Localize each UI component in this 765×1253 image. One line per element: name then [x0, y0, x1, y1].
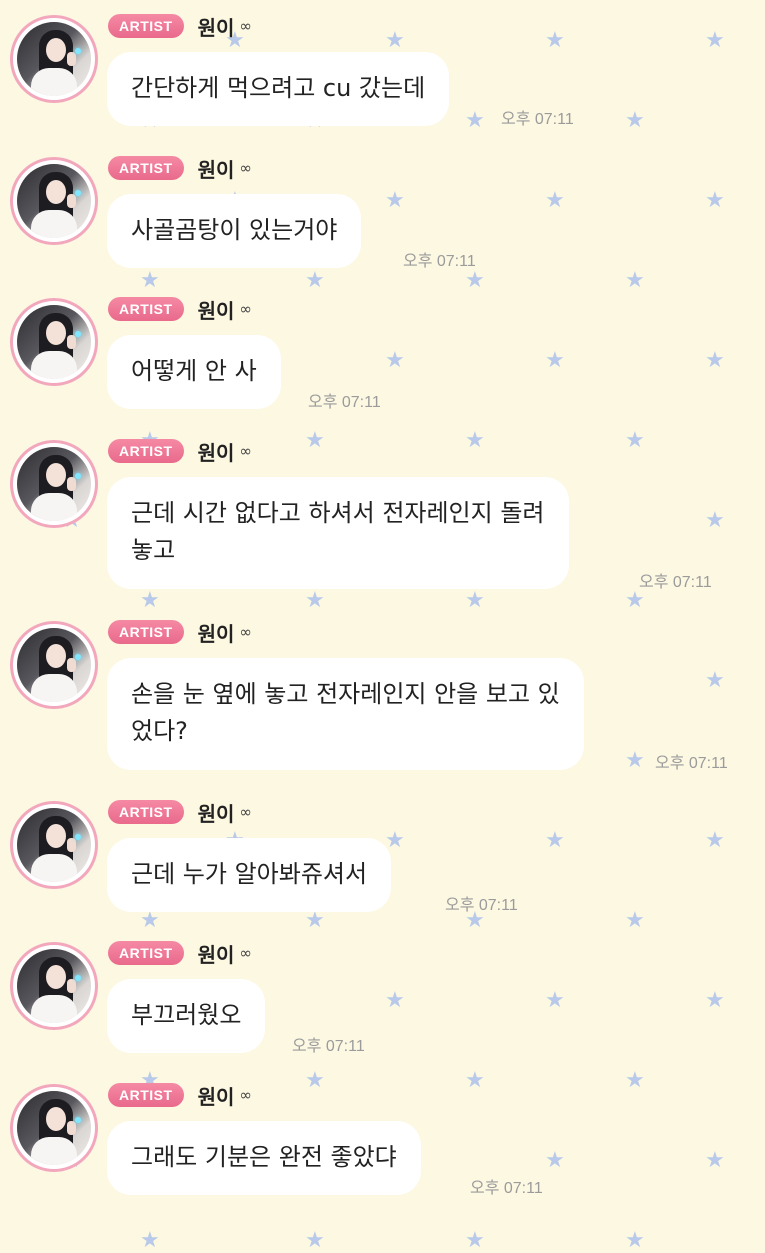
chat-message: ARTIST 원이 ∞ 근데 누가 알아봐쥬셔서 오후 07:11: [10, 794, 755, 924]
message-time: 오후 07:11: [470, 1180, 543, 1197]
message-time: 오후 07:11: [445, 897, 518, 914]
star-decoration: ★: [465, 1228, 485, 1253]
artist-badge: ARTIST: [108, 14, 184, 38]
artist-badge: ARTIST: [108, 1083, 184, 1107]
message-bubble[interactable]: 근데 누가 알아봐쥬셔서: [107, 838, 392, 912]
artist-badge: ARTIST: [108, 941, 184, 965]
infinity-icon: ∞: [239, 300, 251, 318]
message-bubble[interactable]: 사골곰탕이 있는거야: [107, 194, 362, 268]
infinity-icon: ∞: [239, 159, 251, 177]
message-time: 오후 07:11: [403, 253, 476, 270]
star-decoration: ★: [140, 1228, 160, 1253]
avatar[interactable]: [10, 942, 98, 1030]
sender-name[interactable]: 원이: [198, 154, 235, 183]
message-bubble[interactable]: 손을 눈 옆에 놓고 전자레인지 안을 보고 있 었다?: [107, 658, 584, 770]
message-time: 오후 07:11: [655, 755, 728, 772]
sender-name[interactable]: 원이: [198, 12, 235, 41]
avatar[interactable]: [10, 157, 98, 245]
avatar[interactable]: [10, 440, 98, 528]
infinity-icon: ∞: [239, 1086, 251, 1104]
message-bubble[interactable]: 그래도 기분은 완전 좋았댜: [107, 1121, 421, 1195]
artist-badge: ARTIST: [108, 297, 184, 321]
chat-message: ARTIST 원이 ∞ 부끄러웠오 오후 07:11: [10, 935, 755, 1065]
infinity-icon: ∞: [239, 17, 251, 35]
infinity-icon: ∞: [239, 623, 251, 641]
infinity-icon: ∞: [239, 442, 251, 460]
artist-badge: ARTIST: [108, 800, 184, 824]
message-time: 오후 07:11: [639, 574, 712, 591]
chat-message: ARTIST 원이 ∞ 근데 시간 없다고 하셔서 전자레인지 돌려 놓고 오후…: [10, 433, 755, 598]
chat-message: ARTIST 원이 ∞ 손을 눈 옆에 놓고 전자레인지 안을 보고 있 었다?…: [10, 614, 755, 779]
message-bubble[interactable]: 부끄러웠오: [107, 979, 266, 1053]
message-bubble[interactable]: 근데 시간 없다고 하셔서 전자레인지 돌려 놓고: [107, 477, 569, 589]
message-time: 오후 07:11: [501, 111, 574, 128]
message-bubble[interactable]: 어떻게 안 사: [107, 335, 281, 409]
star-decoration: ★: [305, 1228, 325, 1253]
avatar[interactable]: [10, 621, 98, 709]
artist-badge: ARTIST: [108, 156, 184, 180]
infinity-icon: ∞: [239, 803, 251, 821]
sender-name[interactable]: 원이: [198, 798, 235, 827]
avatar[interactable]: [10, 15, 98, 103]
sender-name[interactable]: 원이: [198, 618, 235, 647]
message-bubble[interactable]: 간단하게 먹으려고 cu 갔는데: [107, 52, 450, 126]
sender-name[interactable]: 원이: [198, 1081, 235, 1110]
message-time: 오후 07:11: [308, 394, 381, 411]
artist-badge: ARTIST: [108, 620, 184, 644]
chat-message: ARTIST 원이 ∞ 어떻게 안 사 오후 07:11: [10, 291, 755, 421]
infinity-icon: ∞: [239, 944, 251, 962]
avatar[interactable]: [10, 1084, 98, 1172]
sender-name[interactable]: 원이: [198, 939, 235, 968]
sender-name[interactable]: 원이: [198, 437, 235, 466]
chat-message: ARTIST 원이 ∞ 그래도 기분은 완전 좋았댜 오후 07:11: [10, 1077, 755, 1200]
chat-message: ARTIST 원이 ∞ 사골곰탕이 있는거야 오후 07:11: [10, 150, 755, 280]
star-decoration: ★: [625, 1228, 645, 1253]
artist-badge: ARTIST: [108, 439, 184, 463]
avatar[interactable]: [10, 801, 98, 889]
message-time: 오후 07:11: [292, 1038, 365, 1055]
chat-message: ARTIST 원이 ∞ 간단하게 먹으려고 cu 갔는데 오후 07:11: [10, 8, 755, 138]
sender-name[interactable]: 원이: [198, 295, 235, 324]
avatar[interactable]: [10, 298, 98, 386]
